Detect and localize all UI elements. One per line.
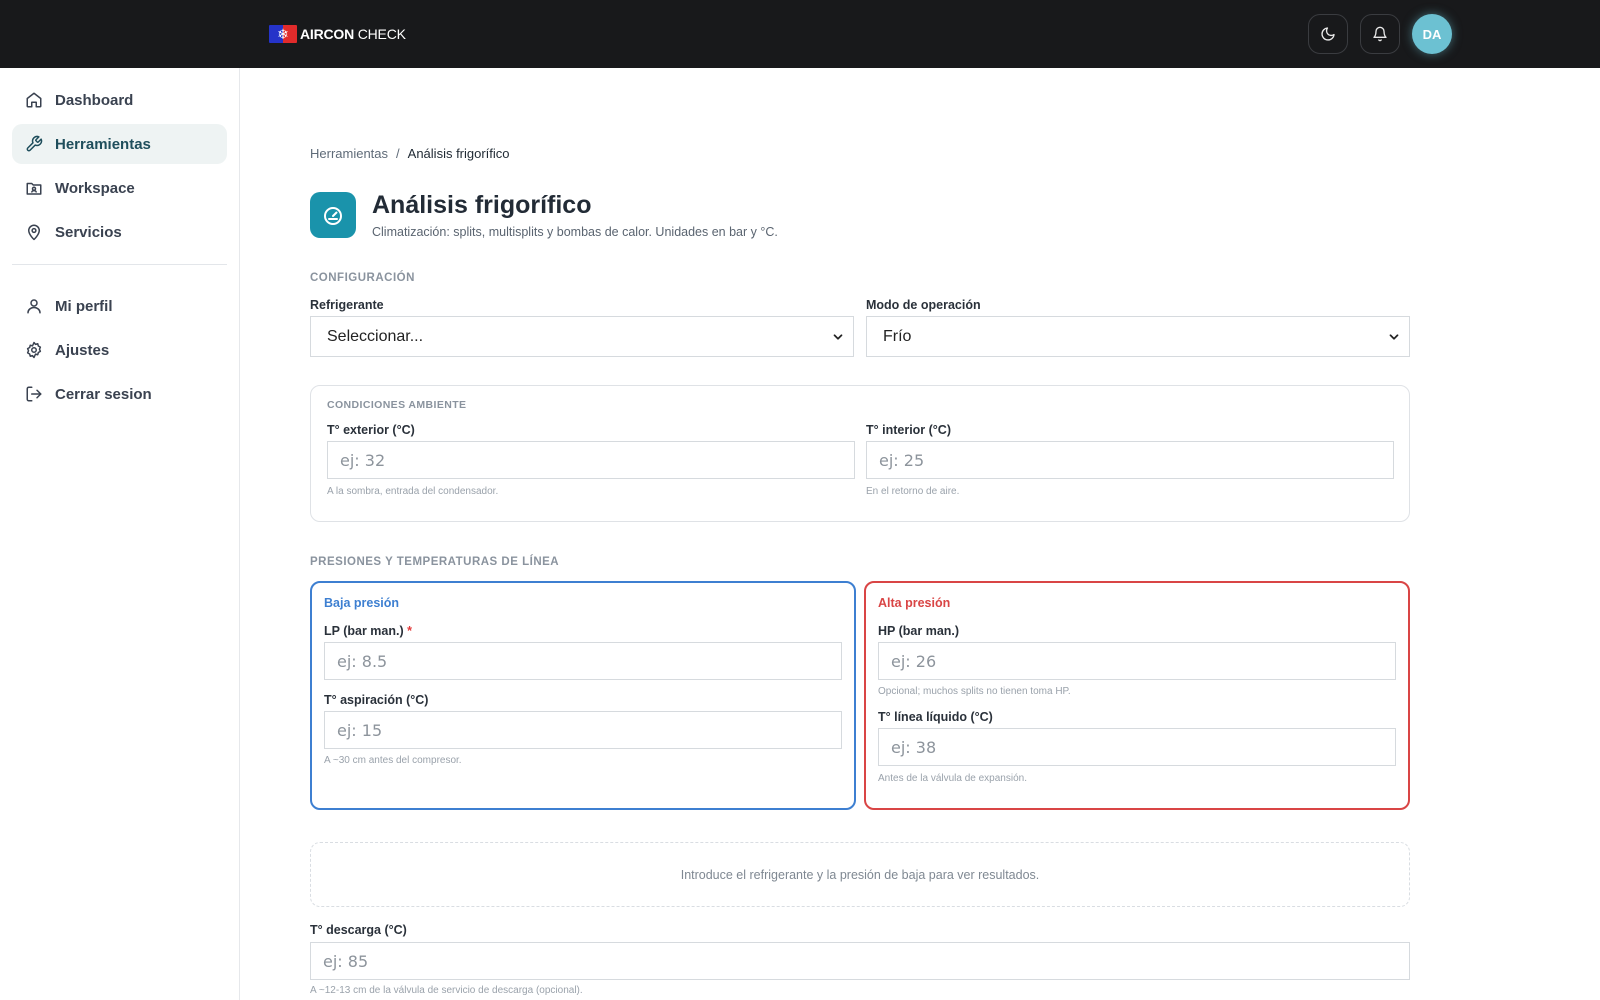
config-heading: CONFIGURACIÓN bbox=[310, 272, 415, 284]
moon-icon bbox=[1321, 27, 1335, 41]
lp-label: LP (bar man.) * bbox=[324, 624, 413, 638]
hp-hint: Opcional; muchos splits no tienen toma H… bbox=[878, 686, 1071, 697]
workspace-icon bbox=[25, 179, 43, 197]
ambient-conditions-card: CONDICIONES AMBIENTE T° exterior (°C) ej… bbox=[310, 385, 1410, 522]
ext-temp-label: T° exterior (°C) bbox=[327, 423, 415, 437]
suction-temp-hint: A ~30 cm antes del compresor. bbox=[324, 755, 462, 766]
breadcrumb-separator: / bbox=[396, 146, 400, 161]
suction-temp-label: T° aspiración (°C) bbox=[324, 693, 429, 707]
hp-input[interactable]: ej: 26 bbox=[878, 642, 1396, 680]
home-icon bbox=[25, 91, 43, 109]
discharge-temp-input[interactable]: ej: 85 bbox=[310, 942, 1410, 980]
discharge-temp-label: T° descarga (°C) bbox=[310, 923, 407, 937]
app-logo[interactable]: ❄ AIRCON CHECK bbox=[269, 24, 406, 44]
user-avatar[interactable]: DA bbox=[1412, 14, 1452, 54]
int-temp-input[interactable]: ej: 25 bbox=[866, 441, 1394, 479]
sidebar-item-label: Workspace bbox=[55, 179, 135, 197]
ext-temp-hint: A la sombra, entrada del condensador. bbox=[327, 486, 499, 497]
sidebar-item-mi-perfil[interactable]: Mi perfil bbox=[12, 286, 227, 326]
refrigerant-label: Refrigerante bbox=[310, 298, 384, 312]
refrigerant-select[interactable]: Seleccionar... bbox=[310, 316, 854, 357]
page-subtitle: Climatización: splits, multisplits y bom… bbox=[372, 225, 778, 239]
refrigerant-select-value: Seleccionar... bbox=[327, 327, 424, 345]
sidebar-item-workspace[interactable]: Workspace bbox=[12, 168, 227, 208]
lines-heading: PRESIONES Y TEMPERATURAS DE LÍNEA bbox=[310, 556, 560, 568]
sidebar-item-label: Cerrar sesion bbox=[55, 385, 152, 403]
low-pressure-title: Baja presión bbox=[324, 596, 400, 610]
suction-temp-input[interactable]: ej: 15 bbox=[324, 711, 842, 749]
discharge-temp-hint: A ~12-13 cm de la válvula de servicio de… bbox=[310, 985, 583, 996]
high-pressure-card: Alta presión HP (bar man.) ej: 26 Opcion… bbox=[864, 581, 1410, 810]
theme-toggle-button[interactable] bbox=[1308, 14, 1348, 54]
ext-temp-input[interactable]: ej: 32 bbox=[327, 441, 855, 479]
lp-input[interactable]: ej: 8.5 bbox=[324, 642, 842, 680]
sidebar-item-label: Servicios bbox=[55, 223, 122, 241]
results-empty-state: Introduce el refrigerante y la presión d… bbox=[310, 842, 1410, 907]
map-pin-icon bbox=[25, 223, 43, 241]
sidebar-item-herramientas[interactable]: Herramientas bbox=[12, 124, 227, 164]
int-temp-label: T° interior (°C) bbox=[866, 423, 951, 437]
sidebar-item-label: Herramientas bbox=[55, 135, 151, 153]
liquid-line-temp-input[interactable]: ej: 38 bbox=[878, 728, 1396, 766]
sidebar-item-cerrar-sesion[interactable]: Cerrar sesion bbox=[12, 374, 227, 414]
snowflake-logo-icon: ❄ bbox=[269, 25, 297, 43]
sidebar-item-servicios[interactable]: Servicios bbox=[12, 212, 227, 252]
app-logo-text: AIRCON CHECK bbox=[300, 26, 406, 42]
mode-select[interactable]: Frío bbox=[866, 316, 1410, 357]
hp-label: HP (bar man.) bbox=[878, 624, 960, 638]
wrench-icon bbox=[25, 135, 43, 153]
page-icon bbox=[310, 192, 356, 238]
int-temp-hint: En el retorno de aire. bbox=[866, 486, 960, 497]
breadcrumb-parent-link[interactable]: Herramientas bbox=[310, 146, 388, 161]
sidebar-item-label: Mi perfil bbox=[55, 297, 113, 315]
low-pressure-card: Baja presión LP (bar man.) * ej: 8.5 T° … bbox=[310, 581, 856, 810]
chevron-down-icon bbox=[1389, 334, 1399, 340]
page-title: Análisis frigorífico bbox=[372, 191, 592, 219]
gauge-icon bbox=[324, 207, 342, 225]
breadcrumb-current: Análisis frigorífico bbox=[407, 146, 510, 161]
bell-icon bbox=[1373, 26, 1387, 42]
top-bar: ❄ AIRCON CHECK DA bbox=[0, 0, 1600, 68]
sidebar-item-dashboard[interactable]: Dashboard bbox=[12, 80, 227, 120]
sidebar-item-ajustes[interactable]: Ajustes bbox=[12, 330, 227, 370]
breadcrumb: Herramientas / Análisis frigorífico bbox=[310, 146, 510, 161]
mode-label: Modo de operación bbox=[866, 298, 981, 312]
sidebar-item-label: Dashboard bbox=[55, 91, 134, 109]
chevron-down-icon bbox=[833, 334, 843, 340]
sidebar-item-label: Ajustes bbox=[55, 341, 110, 359]
user-icon bbox=[25, 297, 43, 315]
gear-icon bbox=[25, 341, 43, 359]
sidebar-divider bbox=[12, 264, 227, 265]
mode-select-value: Frío bbox=[883, 327, 912, 345]
logout-icon bbox=[25, 385, 43, 403]
liquid-line-temp-hint: Antes de la válvula de expansión. bbox=[878, 773, 1027, 784]
sidebar: Dashboard Herramientas Workspace Servici… bbox=[0, 68, 240, 1000]
notifications-button[interactable] bbox=[1360, 14, 1400, 54]
liquid-line-temp-label: T° línea líquido (°C) bbox=[878, 710, 993, 724]
ambient-heading: CONDICIONES AMBIENTE bbox=[327, 399, 467, 411]
required-marker: * bbox=[407, 624, 413, 638]
high-pressure-title: Alta presión bbox=[878, 596, 951, 610]
